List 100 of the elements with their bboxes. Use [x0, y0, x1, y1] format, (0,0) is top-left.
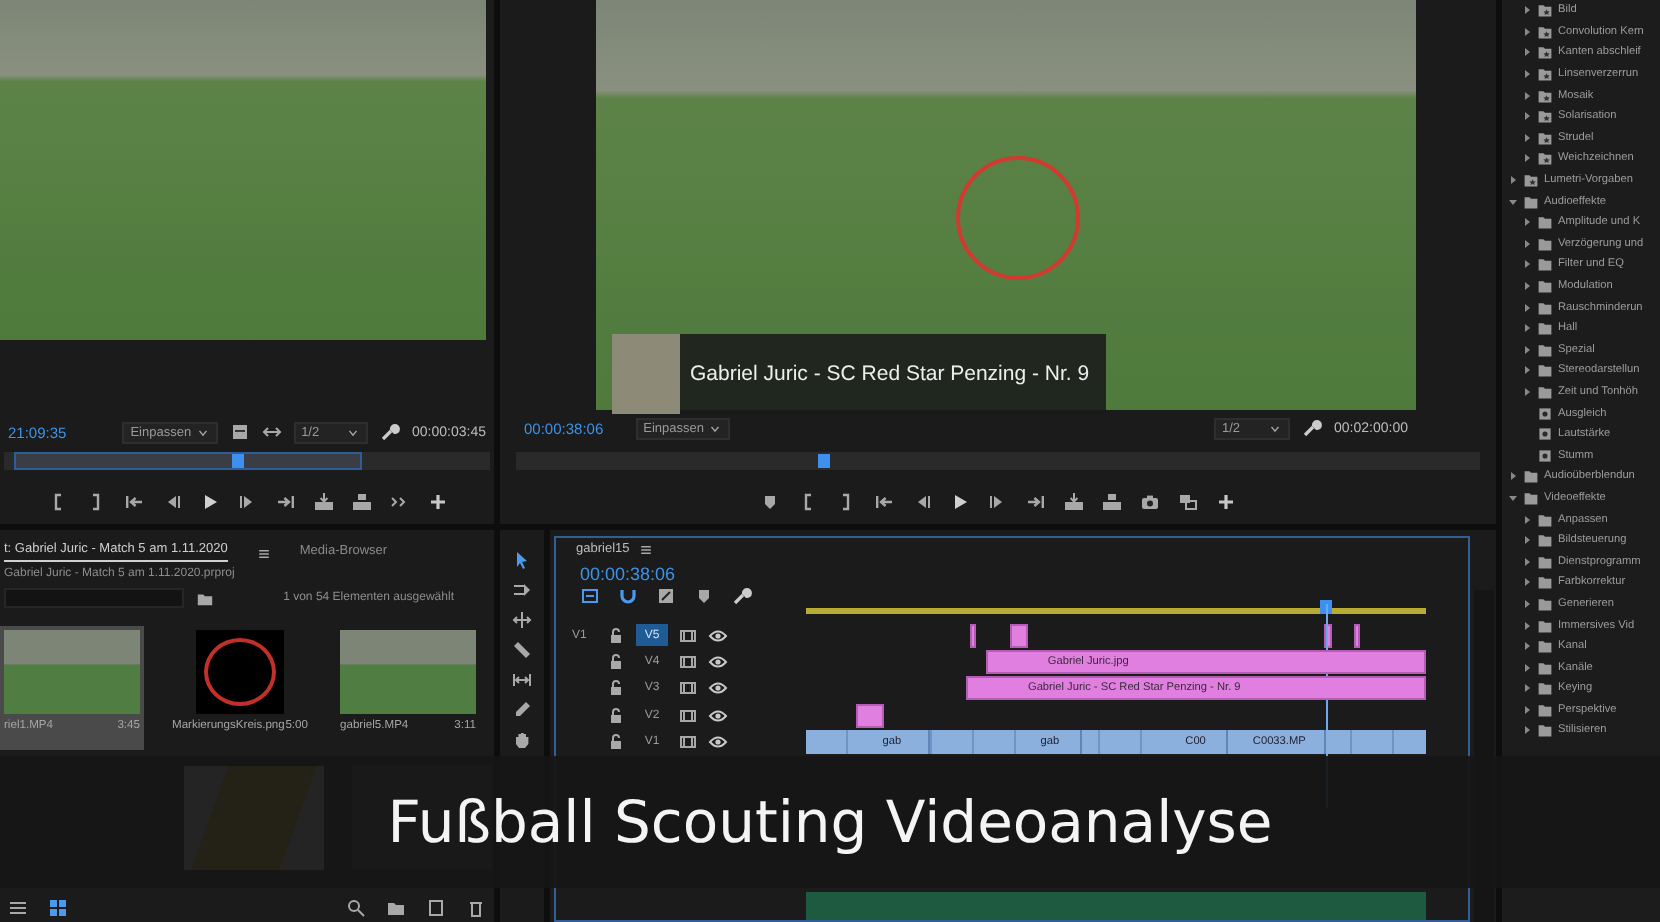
chevron-icon[interactable]: [1522, 25, 1532, 38]
graphic-clip[interactable]: [970, 623, 976, 648]
safe-margins-icon[interactable]: [229, 422, 250, 442]
slip-tool-icon[interactable]: [512, 670, 532, 690]
lock-icon[interactable]: [606, 732, 626, 753]
razor-icon[interactable]: [512, 640, 532, 660]
graphic-clip[interactable]: [855, 703, 884, 728]
chevron-icon[interactable]: [1508, 491, 1518, 504]
chevron-icon[interactable]: [1522, 576, 1532, 589]
chevron-icon[interactable]: [1522, 131, 1532, 144]
play-icon[interactable]: [199, 492, 219, 512]
plus-icon[interactable]: [1216, 492, 1236, 512]
chevron-icon[interactable]: [1522, 152, 1532, 165]
search-icon[interactable]: [346, 898, 366, 918]
camera-icon[interactable]: [1140, 492, 1160, 512]
eye-icon[interactable]: [708, 732, 728, 753]
menu-icon[interactable]: [637, 541, 654, 558]
chevron-icon[interactable]: [1522, 343, 1532, 356]
caret-icon[interactable]: [1268, 421, 1283, 435]
selection-tool-icon[interactable]: [512, 550, 532, 570]
chevron-icon[interactable]: [1522, 682, 1532, 695]
delete-icon[interactable]: [466, 898, 486, 918]
film-icon[interactable]: [678, 705, 698, 726]
chevron-icon[interactable]: [1522, 110, 1532, 123]
eye-icon[interactable]: [708, 678, 728, 699]
audio-clip[interactable]: [806, 892, 1426, 921]
graphic-clip[interactable]: [1354, 623, 1360, 648]
chevron-icon[interactable]: [1522, 216, 1532, 229]
linked-selection-icon[interactable]: [656, 586, 676, 607]
chevron-icon[interactable]: [1522, 597, 1532, 610]
go-to-out-icon[interactable]: [1026, 492, 1046, 512]
chevron-icon[interactable]: [1522, 237, 1532, 250]
caret-icon[interactable]: [195, 425, 210, 439]
menu-icon[interactable]: [255, 546, 272, 562]
chevron-icon[interactable]: [1522, 661, 1532, 674]
graphic-clip[interactable]: [1010, 623, 1028, 648]
hand-icon[interactable]: [512, 730, 532, 750]
ripple-edit-icon[interactable]: [512, 610, 532, 630]
lock-icon[interactable]: [606, 678, 626, 699]
chevron-icon[interactable]: [1508, 195, 1518, 208]
go-to-in-icon[interactable]: [874, 492, 894, 512]
icon-view-icon[interactable]: [48, 898, 68, 918]
chevron-icon[interactable]: [1522, 258, 1532, 271]
extract-icon[interactable]: [1102, 492, 1122, 512]
go-to-out-icon[interactable]: [275, 492, 295, 512]
chevron-icon[interactable]: [1522, 4, 1532, 17]
step-forward-icon[interactable]: [237, 492, 257, 512]
marker-icon[interactable]: [760, 492, 780, 512]
eye-icon[interactable]: [708, 652, 728, 672]
track-select-icon[interactable]: [512, 580, 532, 600]
chevron-icon[interactable]: [1522, 619, 1532, 632]
chevron-icon[interactable]: [1522, 280, 1532, 293]
chevron-icon[interactable]: [1522, 322, 1532, 335]
chevron-icon[interactable]: [1522, 703, 1532, 716]
chevron-icon[interactable]: [1522, 46, 1532, 59]
play-icon[interactable]: [950, 492, 970, 512]
film-icon[interactable]: [678, 678, 698, 699]
pen-icon[interactable]: [512, 700, 532, 720]
chevron-icon[interactable]: [1522, 724, 1532, 737]
settings-icon[interactable]: [380, 422, 401, 442]
new-bin-icon[interactable]: [196, 589, 214, 607]
chevron-icon[interactable]: [1522, 385, 1532, 398]
eye-icon[interactable]: [708, 625, 728, 646]
plus-icon[interactable]: [427, 492, 447, 512]
nest-icon[interactable]: [580, 586, 600, 607]
list-view-icon[interactable]: [8, 898, 28, 918]
chevron-icon[interactable]: [1508, 470, 1518, 483]
overwrite-icon[interactable]: [351, 492, 371, 512]
lift-icon[interactable]: [1064, 492, 1084, 512]
settings-icon[interactable]: [732, 586, 752, 607]
settings-icon[interactable]: [1302, 418, 1323, 438]
chevron-icon[interactable]: [1522, 364, 1532, 377]
insert-icon[interactable]: [313, 492, 333, 512]
film-icon[interactable]: [678, 652, 698, 672]
go-to-in-icon[interactable]: [123, 492, 143, 512]
playhead-handle[interactable]: [1320, 599, 1333, 614]
more-icon[interactable]: [389, 492, 409, 512]
chevron-icon[interactable]: [1522, 301, 1532, 314]
playhead-handle[interactable]: [818, 454, 831, 468]
lock-icon[interactable]: [606, 625, 626, 646]
chevron-icon[interactable]: [1522, 513, 1532, 526]
chevron-icon[interactable]: [1522, 534, 1532, 547]
film-icon[interactable]: [678, 625, 698, 646]
chevron-icon[interactable]: [1522, 68, 1532, 81]
lock-icon[interactable]: [606, 705, 626, 726]
compare-icon[interactable]: [1178, 492, 1198, 512]
caret-icon[interactable]: [707, 421, 722, 435]
film-icon[interactable]: [678, 732, 698, 753]
chevron-icon[interactable]: [1522, 89, 1532, 102]
chevron-icon[interactable]: [1522, 640, 1532, 653]
chevron-icon[interactable]: [1508, 174, 1518, 187]
caret-icon[interactable]: [346, 425, 361, 439]
chevron-icon[interactable]: [1522, 555, 1532, 568]
lock-icon[interactable]: [606, 652, 626, 672]
snap-icon[interactable]: [618, 586, 638, 607]
new-bin-icon[interactable]: [386, 898, 406, 918]
drag-icon[interactable]: [261, 422, 282, 442]
eye-icon[interactable]: [708, 705, 728, 726]
new-item-icon[interactable]: [426, 898, 446, 918]
marker-icon[interactable]: [694, 586, 714, 607]
